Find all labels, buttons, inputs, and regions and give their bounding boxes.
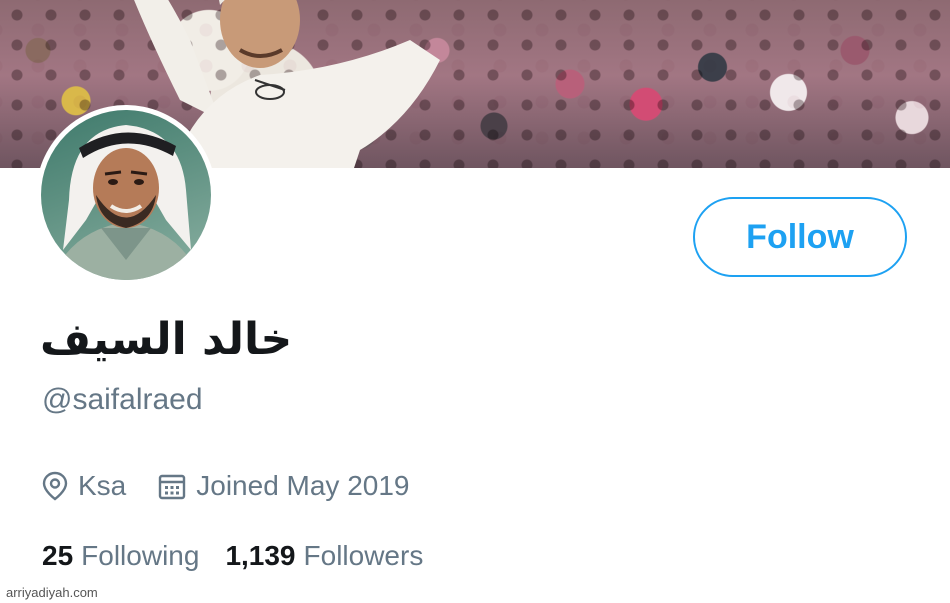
display-name: خالد السيف xyxy=(40,314,293,365)
location-item: Ksa xyxy=(42,470,126,502)
profile-stats: 25 Following 1,139 Followers xyxy=(42,538,449,574)
profile-meta: Ksa Joined May 2019 xyxy=(42,468,442,504)
follow-button[interactable]: Follow xyxy=(693,197,907,277)
following-label: Following xyxy=(81,540,200,571)
followers-label: Followers xyxy=(303,540,424,571)
followers-count: 1,139 xyxy=(225,540,296,571)
following-link[interactable]: 25 Following xyxy=(42,540,199,572)
user-handle: @saifalraed xyxy=(42,383,203,416)
followers-link[interactable]: 1,139 Followers xyxy=(225,540,423,572)
calendar-icon xyxy=(159,474,186,500)
avatar-image xyxy=(41,110,211,280)
joined-date-text: Joined May 2019 xyxy=(196,470,410,501)
avatar-portrait xyxy=(51,125,201,280)
following-count: 25 xyxy=(42,540,74,571)
avatar[interactable] xyxy=(36,105,216,285)
joined-item: Joined May 2019 xyxy=(158,470,410,502)
location-text: Ksa xyxy=(78,470,127,501)
location-pin-icon xyxy=(42,471,68,501)
source-watermark: arriyadiyah.com xyxy=(6,585,98,600)
